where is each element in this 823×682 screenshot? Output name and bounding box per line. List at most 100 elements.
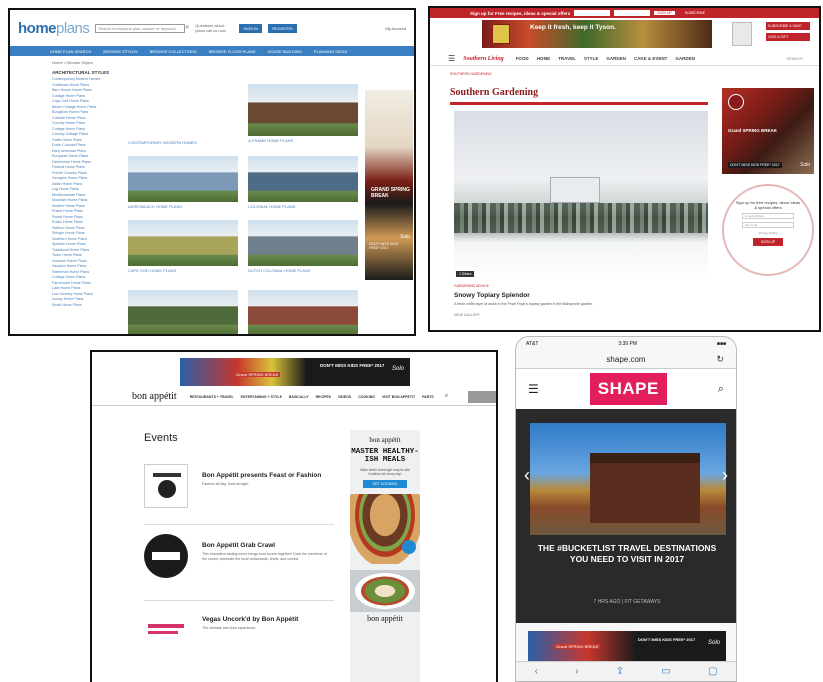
topbar-email-field[interactable]: [574, 10, 611, 16]
article-title[interactable]: Snowy Topiary Splendor: [454, 292, 530, 299]
subscribe-button[interactable]: [468, 390, 496, 403]
nav-item[interactable]: RESTAURANTS + TRAVEL: [190, 395, 234, 399]
plan-card[interactable]: CONTEMPORARY MODERN HOMES: [128, 138, 238, 145]
plan-card[interactable]: [248, 290, 358, 334]
plan-card[interactable]: ADIRONDACK HOME PLANS: [128, 156, 238, 209]
nav-item[interactable]: VIDEOS: [338, 395, 351, 399]
plan-image[interactable]: [128, 220, 238, 266]
plan-card[interactable]: [128, 290, 238, 334]
carousel-next-arrow[interactable]: ›: [722, 465, 728, 486]
plan-card[interactable]: A-FRAME HOME PLANS: [248, 84, 358, 143]
signup-zip-field[interactable]: Zip Code: [742, 222, 794, 228]
banner-ad[interactable]: Grand SPRING BREAK DON'T MISS KIDS FREE*…: [180, 358, 410, 386]
hero-image[interactable]: 1 Slides: [454, 111, 708, 279]
back-icon[interactable]: ‹: [535, 666, 538, 677]
nav-item[interactable]: PLANNING IDEAS: [314, 49, 348, 54]
carousel-prev-arrow[interactable]: ‹: [524, 465, 530, 486]
account-link[interactable]: My Account: [385, 26, 406, 31]
forward-icon[interactable]: ›: [575, 666, 578, 677]
homeplans-logo[interactable]: homeplans: [18, 20, 90, 37]
plan-card[interactable]: DUTCH COLONIAL HOME PLANS: [248, 220, 358, 273]
plan-caption[interactable]: COLONIAL HOME PLANS: [248, 204, 358, 209]
topbar-signup-button[interactable]: SIGN UP: [654, 11, 675, 15]
tabs-icon[interactable]: ▢: [708, 666, 717, 677]
gift-button[interactable]: GIVE A GIFT: [766, 33, 810, 41]
plan-card[interactable]: CAPE COD HOME PLANS: [128, 220, 238, 273]
plan-caption[interactable]: ADIRONDACK HOME PLANS: [128, 204, 238, 209]
sidebar-style-link[interactable]: Small Home Plans: [52, 303, 122, 309]
register-button[interactable]: REGISTER: [268, 23, 297, 33]
site-logo[interactable]: bon appétit: [132, 391, 177, 402]
signup-email-field[interactable]: Email Address: [742, 213, 794, 219]
topbar-subscribe-link[interactable]: SUBSCRIBE: [685, 11, 705, 15]
nav-item[interactable]: GARDEN: [675, 56, 695, 61]
breadcrumb[interactable]: SOUTHERN GARDENING: [450, 72, 492, 76]
event-name[interactable]: Bon Appétit presents Feast or Fashion: [202, 472, 321, 479]
share-icon[interactable]: ⇪: [616, 666, 624, 677]
nav-item[interactable]: ENTERTAINING + STYLE: [241, 395, 282, 399]
event-name[interactable]: Vegas Uncork'd by Bon Appétit: [202, 616, 298, 623]
nav-item[interactable]: BASICALLY: [289, 395, 309, 399]
event-item[interactable]: Bon Appétit Grab Crawl This innovative t…: [144, 534, 334, 584]
hero-carousel[interactable]: ‹ › THE #BUCKETLIST TRAVEL DESTINATIONS …: [516, 409, 736, 623]
address-bar[interactable]: shape.com ↻: [516, 351, 736, 369]
banner-ad[interactable]: Grand SPRING BREAK DON'T MISS KIDS FREE*…: [528, 631, 726, 661]
nav-item[interactable]: HOME PLAN SEARCH: [50, 49, 91, 54]
event-item[interactable]: Vegas Uncork'd by Bon Appétit The ultima…: [144, 608, 334, 658]
plan-image[interactable]: [248, 290, 358, 334]
nav-item[interactable]: FOOD: [516, 56, 529, 61]
plan-caption[interactable]: DUTCH COLONIAL HOME PLANS: [248, 268, 358, 273]
plan-caption[interactable]: CAPE COD HOME PLANS: [128, 268, 238, 273]
event-item[interactable]: Bon Appétit presents Feast or Fashion Fa…: [144, 464, 334, 514]
search-link[interactable]: SEARCH: [786, 56, 803, 61]
plan-image[interactable]: [128, 156, 238, 202]
article-headline[interactable]: THE #BUCKETLIST TRAVEL DESTINATIONS YOU …: [536, 543, 718, 565]
reload-icon[interactable]: ↻: [716, 354, 724, 365]
event-name[interactable]: Bon Appétit Grab Crawl: [202, 542, 275, 549]
nav-item[interactable]: BROWSE COLLECTIONS: [150, 49, 197, 54]
banner-ad[interactable]: Keep it fresh, keep it Tyson.: [482, 20, 712, 48]
plan-card[interactable]: COLONIAL HOME PLANS: [248, 156, 358, 209]
nav-item[interactable]: BROWSE FLOOR PLANS: [209, 49, 256, 54]
signup-button[interactable]: SIGN UP: [753, 238, 783, 246]
nav-item[interactable]: RECIPES: [316, 395, 331, 399]
plan-caption[interactable]: A-FRAME HOME PLANS: [248, 138, 358, 143]
view-gallery-link[interactable]: VIEW GALLERY: [454, 313, 480, 317]
url-text[interactable]: shape.com: [606, 355, 645, 364]
menu-icon[interactable]: ☰: [528, 382, 539, 396]
nav-item[interactable]: COOKING: [358, 395, 375, 399]
search-icon[interactable]: ⌕: [185, 24, 189, 32]
magazine-cover[interactable]: [732, 22, 752, 46]
get-cooking-button[interactable]: GET COOKING: [363, 480, 407, 488]
nav-item[interactable]: CAKE & EVENT: [634, 56, 668, 61]
privacy-link[interactable]: Privacy Policy: [724, 231, 812, 235]
nav-item[interactable]: STYLE: [584, 56, 599, 61]
nav-item[interactable]: GARDEN: [606, 56, 626, 61]
hero-image[interactable]: [530, 423, 726, 535]
plan-image[interactable]: [128, 290, 238, 334]
plan-image[interactable]: [248, 156, 358, 202]
menu-icon[interactable]: ☰: [448, 54, 455, 63]
nav-item[interactable]: BROWSE STYLES: [103, 49, 137, 54]
site-logo[interactable]: SHAPE: [589, 373, 667, 405]
subscribe-button[interactable]: SUBSCRIBE & SAVE: [766, 22, 810, 30]
plan-image[interactable]: [248, 220, 358, 266]
caption-category[interactable]: GARDENING ADVICE: [454, 284, 489, 288]
search-icon[interactable]: ⌕: [718, 383, 724, 396]
nav-item[interactable]: TRAVEL: [558, 56, 576, 61]
plan-image[interactable]: [248, 84, 358, 136]
topbar-zip-field[interactable]: [614, 10, 651, 16]
nav-item[interactable]: VISIT BON APPETIT: [382, 395, 415, 399]
plan-caption[interactable]: CONTEMPORARY MODERN HOMES: [128, 140, 238, 145]
nav-item[interactable]: HOME: [537, 56, 551, 61]
bookmarks-icon[interactable]: ▭: [661, 666, 670, 677]
search-icon[interactable]: ⌕: [445, 393, 448, 400]
nav-item[interactable]: PARTS: [422, 395, 434, 399]
homeplans-search-input[interactable]: Search homeplans plan number or keyword: [95, 23, 186, 33]
sidebar-ad[interactable]: bon appétit MASTER HEALTHY-ISH MEALS Mak…: [350, 430, 420, 682]
sidebar-ad[interactable]: Grand SPRING BREAK DON'T MISS KIDS FREE*…: [722, 88, 814, 174]
site-logo[interactable]: Southern Living: [463, 56, 504, 62]
nav-item[interactable]: HOUSE BUILDING: [268, 49, 302, 54]
sign-in-button[interactable]: SIGN IN: [239, 23, 263, 33]
vertical-ad[interactable]: GRAND SPRING BREAK Solo DON'T MISS KIDS …: [365, 90, 413, 280]
